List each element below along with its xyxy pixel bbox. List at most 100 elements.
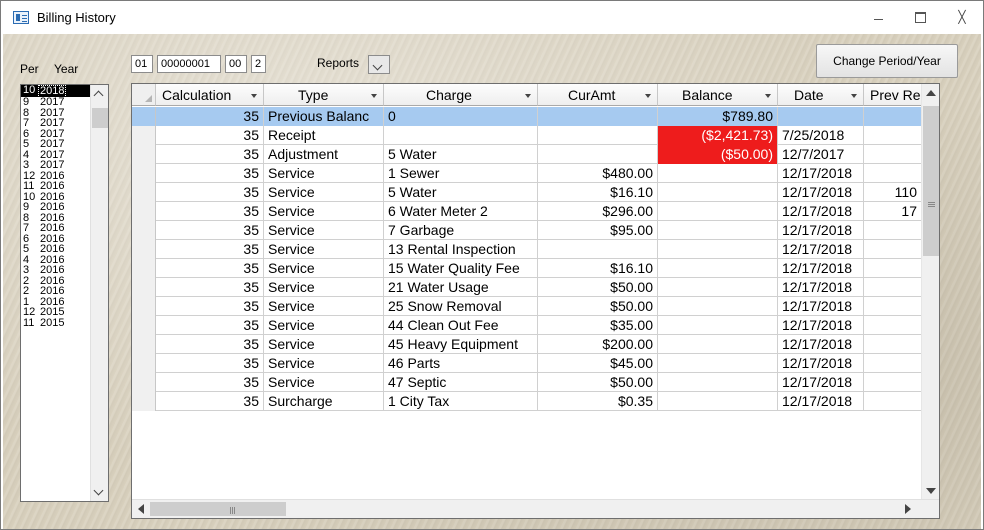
cell-calculation[interactable]: 35 — [156, 221, 264, 240]
cell-curamt[interactable]: $480.00 — [538, 164, 658, 183]
cell-type[interactable]: Service — [264, 164, 384, 183]
cell-calculation[interactable]: 35 — [156, 373, 264, 392]
cell-balance[interactable] — [658, 297, 778, 316]
billing-datasheet[interactable]: Calculation Type Charge CurAmt Balance D… — [131, 83, 940, 519]
cell-charge[interactable]: 7 Garbage — [384, 221, 538, 240]
cell-prev-reading[interactable] — [864, 373, 922, 392]
cell-calculation[interactable]: 35 — [156, 202, 264, 221]
cell-charge[interactable]: 1 City Tax — [384, 392, 538, 411]
table-row[interactable]: 35 Service 15 Water Quality Fee $16.10 12/17… — [132, 259, 922, 278]
cell-balance[interactable]: ($50.00) — [658, 145, 778, 164]
cell-curamt[interactable] — [538, 240, 658, 259]
table-row[interactable]: 35 Service 13 Rental Inspection 12/17/2018 — [132, 240, 922, 259]
cell-date[interactable]: 12/17/2018 — [778, 183, 864, 202]
cell-balance[interactable] — [658, 202, 778, 221]
cell-prev-reading[interactable]: 17 — [864, 202, 922, 221]
table-row[interactable]: 35 Service 25 Snow Removal $50.00 12/17/2018 — [132, 297, 922, 316]
row-selector[interactable] — [132, 164, 156, 183]
cell-balance[interactable]: $789.80 — [658, 107, 778, 126]
scroll-down-icon[interactable] — [926, 488, 936, 494]
cell-prev-reading[interactable] — [864, 164, 922, 183]
column-header-balance[interactable]: Balance — [658, 84, 778, 106]
row-selector[interactable] — [132, 354, 156, 373]
reports-dropdown[interactable] — [368, 55, 390, 74]
scroll-left-icon[interactable] — [138, 504, 144, 514]
filter-dropdown-icon[interactable] — [765, 94, 771, 98]
cell-calculation[interactable]: 35 — [156, 392, 264, 411]
field-4[interactable]: 2 — [251, 55, 266, 73]
cell-prev-reading[interactable] — [864, 354, 922, 373]
cell-prev-reading[interactable] — [864, 126, 922, 145]
cell-balance[interactable] — [658, 164, 778, 183]
cell-curamt[interactable]: $16.10 — [538, 183, 658, 202]
cell-balance[interactable] — [658, 392, 778, 411]
cell-curamt[interactable] — [538, 126, 658, 145]
cell-charge[interactable] — [384, 126, 538, 145]
cell-balance[interactable] — [658, 373, 778, 392]
cell-calculation[interactable]: 35 — [156, 183, 264, 202]
cell-prev-reading[interactable]: 110 — [864, 183, 922, 202]
cell-charge[interactable]: 21 Water Usage — [384, 278, 538, 297]
cell-prev-reading[interactable] — [864, 240, 922, 259]
cell-type[interactable]: Receipt — [264, 126, 384, 145]
title-bar[interactable]: Billing History ╳ — [1, 1, 983, 34]
row-selector[interactable] — [132, 297, 156, 316]
restore-icon[interactable] — [913, 10, 927, 24]
cell-charge[interactable]: 13 Rental Inspection — [384, 240, 538, 259]
row-selector[interactable] — [132, 126, 156, 145]
period-list-scrollbar[interactable] — [90, 85, 108, 501]
scroll-up-icon[interactable] — [926, 90, 936, 96]
cell-type[interactable]: Adjustment — [264, 145, 384, 164]
row-selector[interactable] — [132, 107, 156, 126]
cell-balance[interactable] — [658, 278, 778, 297]
row-selector[interactable] — [132, 221, 156, 240]
scroll-down-icon[interactable] — [93, 485, 104, 496]
cell-date[interactable]: 12/17/2018 — [778, 202, 864, 221]
cell-curamt[interactable]: $45.00 — [538, 354, 658, 373]
cell-curamt[interactable]: $35.00 — [538, 316, 658, 335]
cell-date[interactable] — [778, 107, 864, 126]
cell-type[interactable]: Service — [264, 278, 384, 297]
cell-date[interactable]: 12/17/2018 — [778, 164, 864, 183]
table-row[interactable]: 35 Service 7 Garbage $95.00 12/17/2018 — [132, 221, 922, 240]
table-row[interactable]: 35 Surcharge 1 City Tax $0.35 12/17/2018 — [132, 392, 922, 411]
cell-date[interactable]: 12/17/2018 — [778, 297, 864, 316]
cell-date[interactable]: 12/17/2018 — [778, 240, 864, 259]
column-header-calculation[interactable]: Calculation — [156, 84, 264, 106]
table-row[interactable]: 35 Service 44 Clean Out Fee $35.00 12/17/201… — [132, 316, 922, 335]
close-icon[interactable]: ╳ — [955, 10, 969, 24]
cell-prev-reading[interactable] — [864, 259, 922, 278]
cell-prev-reading[interactable] — [864, 221, 922, 240]
cell-date[interactable]: 12/17/2018 — [778, 354, 864, 373]
cell-calculation[interactable]: 35 — [156, 335, 264, 354]
filter-dropdown-icon[interactable] — [525, 94, 531, 98]
cell-calculation[interactable]: 35 — [156, 107, 264, 126]
cell-calculation[interactable]: 35 — [156, 354, 264, 373]
cell-type[interactable]: Service — [264, 354, 384, 373]
row-selector[interactable] — [132, 316, 156, 335]
cell-type[interactable]: Service — [264, 221, 384, 240]
cell-date[interactable]: 12/17/2018 — [778, 392, 864, 411]
cell-charge[interactable]: 46 Parts — [384, 354, 538, 373]
column-header-charge[interactable]: Charge — [384, 84, 538, 106]
row-selector[interactable] — [132, 183, 156, 202]
cell-type[interactable]: Surcharge — [264, 392, 384, 411]
cell-prev-reading[interactable] — [864, 392, 922, 411]
cell-prev-reading[interactable] — [864, 335, 922, 354]
table-row[interactable]: 35 Service 45 Heavy Equipment $200.00 12/17/… — [132, 335, 922, 354]
table-row[interactable]: 35 Adjustment 5 Water ($50.00) 12/7/2017 — [132, 145, 922, 164]
table-row[interactable]: 35 Service 21 Water Usage $50.00 12/17/2018 — [132, 278, 922, 297]
cell-curamt[interactable]: $0.35 — [538, 392, 658, 411]
column-header-date[interactable]: Date — [778, 84, 864, 106]
cell-curamt[interactable]: $16.10 — [538, 259, 658, 278]
filter-dropdown-icon[interactable] — [645, 94, 651, 98]
filter-dropdown-icon[interactable] — [851, 94, 857, 98]
cell-balance[interactable] — [658, 354, 778, 373]
row-selector[interactable] — [132, 145, 156, 164]
filter-dropdown-icon[interactable] — [371, 94, 377, 98]
cell-calculation[interactable]: 35 — [156, 145, 264, 164]
cell-charge[interactable]: 44 Clean Out Fee — [384, 316, 538, 335]
cell-balance[interactable] — [658, 240, 778, 259]
cell-curamt[interactable]: $50.00 — [538, 278, 658, 297]
cell-curamt[interactable]: $50.00 — [538, 373, 658, 392]
